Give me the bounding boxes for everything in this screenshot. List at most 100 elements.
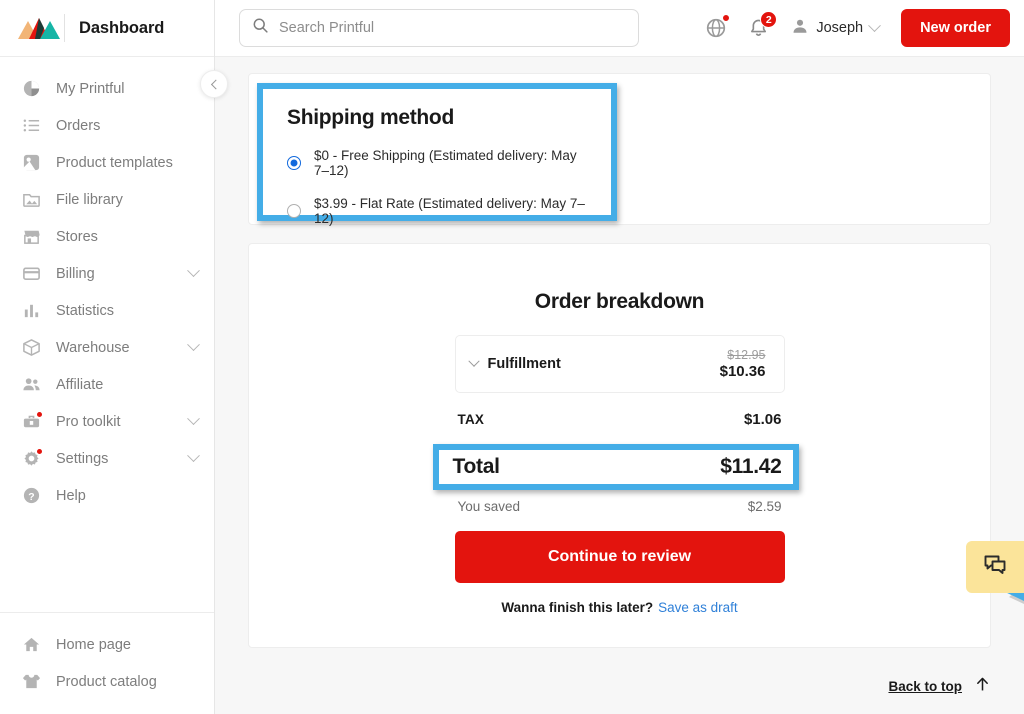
sidebar-item-label: Orders	[56, 117, 101, 134]
search-icon	[252, 17, 269, 39]
content-area: Shipping method $0 - Free Shipping (Esti…	[215, 57, 1024, 659]
sidebar-item-home-page[interactable]: Home page	[0, 626, 214, 663]
arrow-up-icon[interactable]	[974, 676, 991, 698]
fulfillment-left: Fulfillment	[467, 355, 561, 372]
total-highlight-annotation: Total $11.42	[432, 444, 799, 490]
user-name: Joseph	[816, 20, 864, 36]
save-draft-row: Wanna finish this later? Save as draft	[455, 600, 785, 615]
shipping-option-label: $3.99 - Flat Rate (Estimated delivery: M…	[314, 196, 585, 226]
radio-button-unselected[interactable]	[287, 204, 301, 218]
fulfillment-original-price: $12.95	[727, 348, 766, 362]
back-to-top-link[interactable]: Back to top	[888, 679, 962, 694]
box-icon	[20, 337, 42, 359]
image-folder-icon	[20, 189, 42, 211]
order-breakdown-card: Order breakdown Fulfillment $12.95 $10.3…	[248, 243, 991, 648]
pie-chart-icon	[20, 78, 42, 100]
people-icon	[20, 374, 42, 396]
new-order-button[interactable]: New order	[901, 9, 1010, 47]
search-box[interactable]	[239, 9, 639, 47]
shipping-option-free[interactable]: $0 - Free Shipping (Estimated delivery: …	[287, 148, 591, 178]
order-breakdown-inner: Order breakdown Fulfillment $12.95 $10.3…	[432, 290, 799, 615]
sidebar-item-settings[interactable]: Settings	[0, 440, 214, 477]
total-value: $11.42	[720, 455, 782, 478]
fulfillment-discounted-price: $10.36	[719, 363, 766, 380]
sidebar-item-label: Billing	[56, 265, 95, 282]
fulfillment-row[interactable]: Fulfillment $12.95 $10.36	[454, 335, 785, 393]
shipping-option-flat-rate[interactable]: $3.99 - Flat Rate (Estimated delivery: M…	[287, 196, 591, 226]
tshirt-icon	[20, 671, 42, 693]
sidebar-item-label: Warehouse	[56, 339, 130, 356]
shipping-method-card: Shipping method $0 - Free Shipping (Esti…	[248, 73, 991, 226]
search-input[interactable]	[279, 20, 626, 36]
fulfillment-prices: $12.95 $10.36	[720, 348, 766, 380]
notification-count-badge: 2	[760, 11, 778, 28]
chevron-down-icon	[187, 338, 200, 352]
sidebar-item-label: My Printful	[56, 80, 125, 97]
chevron-down-icon	[187, 449, 200, 463]
svg-text:?: ?	[28, 492, 34, 503]
notification-dot	[36, 447, 43, 455]
sidebar-item-billing[interactable]: Billing	[0, 255, 214, 292]
shipping-option-label: $0 - Free Shipping (Estimated delivery: …	[314, 148, 577, 178]
sidebar-item-label: Pro toolkit	[56, 413, 121, 430]
fulfillment-label: Fulfillment	[487, 356, 561, 372]
sidebar-item-file-library[interactable]: File library	[0, 181, 214, 218]
sidebar-item-product-templates[interactable]: Product templates	[0, 144, 214, 181]
sidebar-item-stores[interactable]: Stores	[0, 218, 214, 255]
sidebar-item-statistics[interactable]: Statistics	[0, 292, 214, 329]
sidebar-item-product-catalog[interactable]: Product catalog	[0, 663, 214, 700]
chat-bubble-icon	[983, 553, 1007, 582]
globe-icon[interactable]	[703, 14, 731, 41]
chevron-down-icon	[868, 18, 881, 32]
sidebar-item-label: Statistics	[56, 302, 115, 319]
finish-later-question: Wanna finish this later?	[501, 600, 654, 615]
top-bar: 2 Joseph New order	[215, 0, 1024, 57]
sidebar-bottom-nav: Home page Product catalog	[0, 612, 214, 714]
sidebar: Dashboard My Printful Orders Product tem…	[0, 0, 228, 714]
order-breakdown-title: Order breakdown	[534, 290, 705, 313]
save-as-draft-link[interactable]: Save as draft	[658, 600, 738, 615]
sidebar-item-label: File library	[56, 191, 123, 208]
chevron-down-icon	[187, 412, 200, 426]
continue-to-review-button[interactable]: Continue to review	[454, 531, 785, 583]
sidebar-item-label: Product catalog	[56, 673, 157, 690]
sidebar-item-my-printful[interactable]: My Printful	[0, 70, 214, 107]
you-saved-row: You saved $2.59	[455, 499, 785, 514]
top-bar-right: 2 Joseph New order	[703, 9, 1010, 47]
sidebar-item-label: Stores	[56, 228, 98, 245]
sidebar-item-affiliate[interactable]: Affiliate	[0, 366, 214, 403]
notification-dot	[36, 410, 43, 418]
brand-header: Dashboard	[0, 0, 214, 57]
question-circle-icon: ?	[20, 485, 42, 507]
printful-mountains-logo-icon	[16, 14, 60, 42]
gear-icon	[20, 447, 43, 470]
tax-label: TAX	[457, 412, 485, 427]
app-root: Dashboard My Printful Orders Product tem…	[0, 0, 1024, 714]
chevron-down-icon	[187, 264, 200, 278]
globe-notification-dot	[722, 14, 731, 22]
notifications-bell-icon[interactable]: 2	[745, 11, 778, 41]
brand-divider	[64, 14, 65, 42]
you-saved-label: You saved	[457, 499, 521, 514]
radio-button-selected[interactable]	[287, 156, 301, 170]
chevron-left-icon	[210, 79, 221, 89]
chevron-down-icon[interactable]	[467, 355, 480, 367]
sidebar-item-label: Home page	[56, 636, 131, 653]
sidebar-item-label: Settings	[56, 450, 109, 467]
sidebar-item-help[interactable]: ? Help	[0, 477, 214, 514]
shipping-highlight-annotation: Shipping method $0 - Free Shipping (Esti…	[257, 83, 617, 226]
shipping-method-title: Shipping method	[287, 106, 454, 129]
total-label: Total	[452, 455, 500, 478]
chat-widget-button[interactable]	[966, 541, 1024, 593]
sidebar-item-orders[interactable]: Orders	[0, 107, 214, 144]
sidebar-item-warehouse[interactable]: Warehouse	[0, 329, 214, 366]
user-icon	[791, 17, 809, 40]
total-row-wrapper: Total $11.42	[432, 444, 799, 490]
sidebar-item-pro-toolkit[interactable]: Pro toolkit	[0, 403, 214, 440]
tax-value: $1.06	[743, 411, 782, 428]
sidebar-collapse-button[interactable]	[200, 70, 228, 98]
home-icon	[20, 634, 42, 656]
sidebar-item-label: Affiliate	[56, 376, 104, 393]
user-menu[interactable]: Joseph	[791, 17, 881, 40]
template-icon	[20, 152, 42, 174]
